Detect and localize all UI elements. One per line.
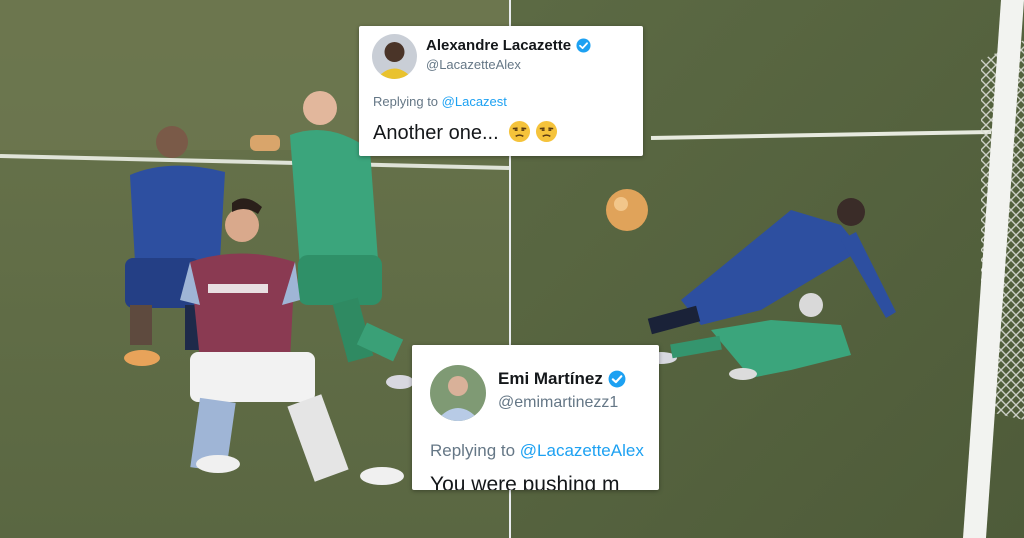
unamused-face-icon	[535, 120, 558, 149]
avatar-image	[372, 34, 417, 79]
user-handle[interactable]: @LacazetteAlex	[426, 57, 521, 72]
display-name-row: Alexandre Lacazette	[426, 37, 591, 54]
replying-to-line: Replying to @LacazetteAlex	[430, 441, 644, 461]
display-name-row: Emi Martínez	[498, 369, 626, 389]
unamused-face-icon	[508, 120, 531, 149]
replying-to-handle-link[interactable]: @LacazetteAlex	[520, 441, 644, 460]
tweet-card-martinez[interactable]: Emi Martínez @emimartinezz1 Replying to …	[412, 345, 659, 490]
avatar[interactable]	[372, 34, 417, 79]
tweet-text: You were pushing m	[430, 473, 620, 490]
tweet-card-lacazette[interactable]: Alexandre Lacazette @LacazetteAlex Reply…	[359, 26, 643, 156]
verified-badge-icon	[576, 38, 591, 53]
replying-to-line: Replying to @Lacazest	[373, 94, 507, 109]
avatar-image	[430, 365, 486, 421]
tweet-text: Another one...	[373, 120, 558, 149]
tweet-text-content: Another one...	[373, 122, 499, 144]
replying-to-label: Replying to	[430, 441, 520, 460]
user-handle[interactable]: @emimartinezz1	[498, 394, 618, 412]
display-name[interactable]: Alexandre Lacazette	[426, 37, 571, 54]
display-name[interactable]: Emi Martínez	[498, 369, 603, 389]
replying-to-label: Replying to	[373, 94, 442, 109]
football	[606, 189, 648, 231]
replying-to-handle-link[interactable]: @Lacazest	[442, 94, 507, 109]
avatar[interactable]	[430, 365, 486, 421]
verified-badge-icon	[608, 370, 626, 388]
